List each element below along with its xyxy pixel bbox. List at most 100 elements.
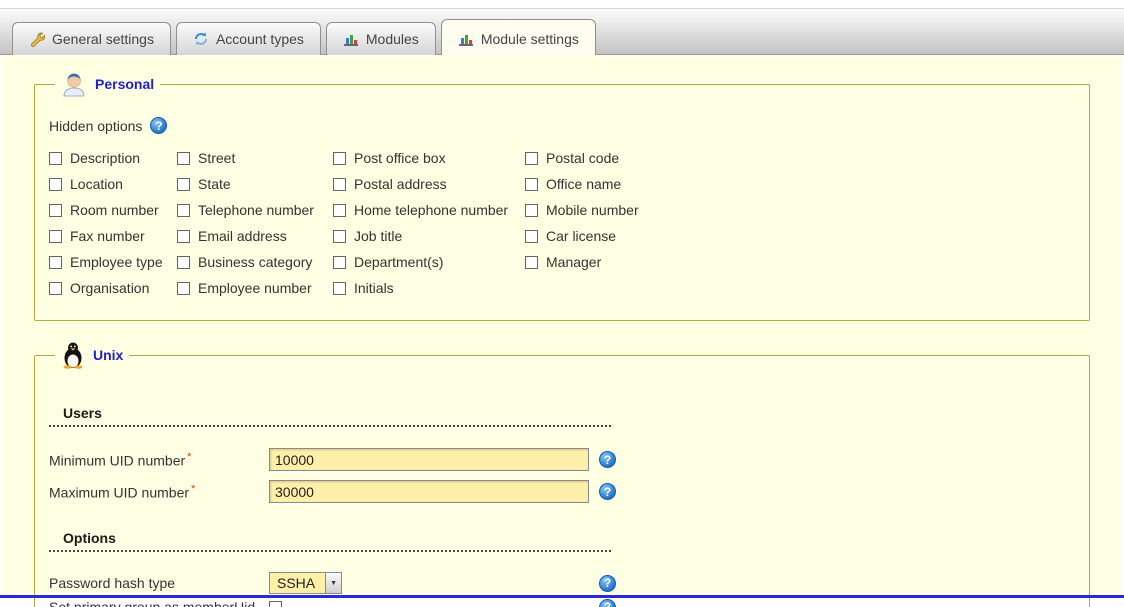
options-section-title: Options — [49, 530, 611, 552]
help-icon[interactable]: ? — [150, 117, 167, 134]
hidden-option-label: Postal code — [546, 150, 619, 166]
hidden-option-checkbox[interactable] — [177, 256, 190, 269]
tab-label: Module settings — [481, 31, 579, 47]
hidden-option-label: Manager — [546, 254, 601, 270]
hidden-option-checkbox[interactable] — [525, 152, 538, 165]
page: General settings Account types Modules M… — [0, 8, 1124, 607]
hidden-option-location[interactable]: Location — [49, 176, 177, 192]
hidden-option-label: Post office box — [354, 150, 446, 166]
hidden-option-employee-type[interactable]: Employee type — [49, 254, 177, 270]
hidden-option-checkbox[interactable] — [525, 178, 538, 191]
hidden-option-fax-number[interactable]: Fax number — [49, 228, 177, 244]
required-asterisk: * — [187, 451, 191, 463]
hidden-option-label: Job title — [354, 228, 402, 244]
hidden-option-employee-number[interactable]: Employee number — [177, 280, 333, 296]
personal-fieldset: Personal Hidden options ? Description St… — [34, 71, 1090, 321]
hidden-option-organisation[interactable]: Organisation — [49, 280, 177, 296]
max-uid-input[interactable] — [269, 480, 589, 503]
users-section-title: Users — [49, 405, 611, 427]
hidden-option-checkbox[interactable] — [333, 178, 346, 191]
hidden-option-description[interactable]: Description — [49, 150, 177, 166]
hidden-option-mobile-number[interactable]: Mobile number — [525, 202, 705, 218]
personal-legend: Personal — [55, 71, 160, 97]
tab-account-types[interactable]: Account types — [176, 22, 321, 55]
hidden-option-street[interactable]: Street — [177, 150, 333, 166]
hidden-option-email-address[interactable]: Email address — [177, 228, 333, 244]
hidden-option-checkbox[interactable] — [177, 152, 190, 165]
chevron-down-icon: ▼ — [325, 573, 341, 593]
hidden-option-checkbox[interactable] — [177, 204, 190, 217]
hidden-option-checkbox[interactable] — [49, 282, 62, 295]
tab-modules[interactable]: Modules — [326, 22, 436, 55]
hidden-option-departments[interactable]: Department(s) — [333, 254, 525, 270]
required-asterisk: * — [191, 483, 195, 495]
hidden-option-label: Email address — [198, 228, 287, 244]
penguin-icon — [61, 341, 85, 369]
hidden-option-checkbox[interactable] — [49, 204, 62, 217]
help-icon[interactable]: ? — [599, 483, 616, 500]
hidden-option-home-telephone-number[interactable]: Home telephone number — [333, 202, 525, 218]
hidden-option-checkbox[interactable] — [49, 256, 62, 269]
help-icon[interactable]: ? — [599, 451, 616, 468]
hidden-option-state[interactable]: State — [177, 176, 333, 192]
max-uid-label: Maximum UID number* — [49, 483, 269, 501]
hidden-option-postal-address[interactable]: Postal address — [333, 176, 525, 192]
hidden-option-post-office-box[interactable]: Post office box — [333, 150, 525, 166]
hidden-option-label: Employee type — [70, 254, 163, 270]
hidden-option-label: Car license — [546, 228, 616, 244]
help-icon[interactable]: ? — [599, 599, 616, 607]
hidden-option-label: Organisation — [70, 280, 149, 296]
hidden-option-postal-code[interactable]: Postal code — [525, 150, 705, 166]
tab-label: Modules — [366, 31, 419, 47]
hidden-option-checkbox[interactable] — [177, 282, 190, 295]
tab-module-settings[interactable]: Module settings — [441, 19, 596, 55]
hidden-option-label: State — [198, 176, 231, 192]
hidden-option-initials[interactable]: Initials — [333, 280, 525, 296]
hidden-option-label: Description — [70, 150, 140, 166]
personal-legend-label: Personal — [95, 76, 154, 92]
hidden-option-label: Postal address — [354, 176, 447, 192]
password-hash-value: SSHA — [270, 573, 325, 593]
max-uid-row: Maximum UID number* ? — [49, 479, 1075, 504]
unix-fieldset: Unix Users Minimum UID number* ? Maximum… — [34, 341, 1090, 607]
sync-arrows-icon — [193, 31, 209, 47]
hidden-option-checkbox[interactable] — [333, 230, 346, 243]
hidden-option-telephone-number[interactable]: Telephone number — [177, 202, 333, 218]
hidden-option-checkbox[interactable] — [177, 178, 190, 191]
min-uid-row: Minimum UID number* ? — [49, 447, 1075, 472]
hidden-option-checkbox[interactable] — [525, 230, 538, 243]
password-hash-select[interactable]: SSHA ▼ — [269, 572, 342, 594]
hidden-options-grid: Description Street Post office box Posta… — [49, 150, 1075, 296]
hidden-option-label: Fax number — [70, 228, 145, 244]
tab-label: Account types — [216, 31, 304, 47]
min-uid-input[interactable] — [269, 448, 589, 471]
hidden-option-checkbox[interactable] — [333, 256, 346, 269]
hidden-option-label: Department(s) — [354, 254, 443, 270]
hidden-option-job-title[interactable]: Job title — [333, 228, 525, 244]
hidden-option-label: Employee number — [198, 280, 312, 296]
tab-label: General settings — [52, 31, 154, 47]
hidden-option-checkbox[interactable] — [333, 282, 346, 295]
member-uid-checkbox[interactable] — [269, 601, 282, 607]
help-icon[interactable]: ? — [599, 575, 616, 592]
hidden-option-business-category[interactable]: Business category — [177, 254, 333, 270]
hidden-option-car-license[interactable]: Car license — [525, 228, 705, 244]
unix-legend: Unix — [55, 341, 129, 369]
unix-legend-label: Unix — [93, 347, 123, 363]
password-hash-label: Password hash type — [49, 575, 269, 591]
tab-general-settings[interactable]: General settings — [12, 22, 171, 55]
hidden-option-checkbox[interactable] — [177, 230, 190, 243]
hidden-option-checkbox[interactable] — [49, 178, 62, 191]
hidden-option-room-number[interactable]: Room number — [49, 202, 177, 218]
hidden-option-checkbox[interactable] — [333, 204, 346, 217]
hidden-option-checkbox[interactable] — [49, 230, 62, 243]
hidden-option-checkbox[interactable] — [333, 152, 346, 165]
hidden-option-office-name[interactable]: Office name — [525, 176, 705, 192]
bar-chart-icon — [343, 31, 359, 47]
hidden-option-label: Initials — [354, 280, 394, 296]
hidden-option-checkbox[interactable] — [525, 256, 538, 269]
hidden-option-checkbox[interactable] — [49, 152, 62, 165]
hidden-option-checkbox[interactable] — [525, 204, 538, 217]
hidden-option-manager[interactable]: Manager — [525, 254, 705, 270]
hidden-option-label: Office name — [546, 176, 621, 192]
